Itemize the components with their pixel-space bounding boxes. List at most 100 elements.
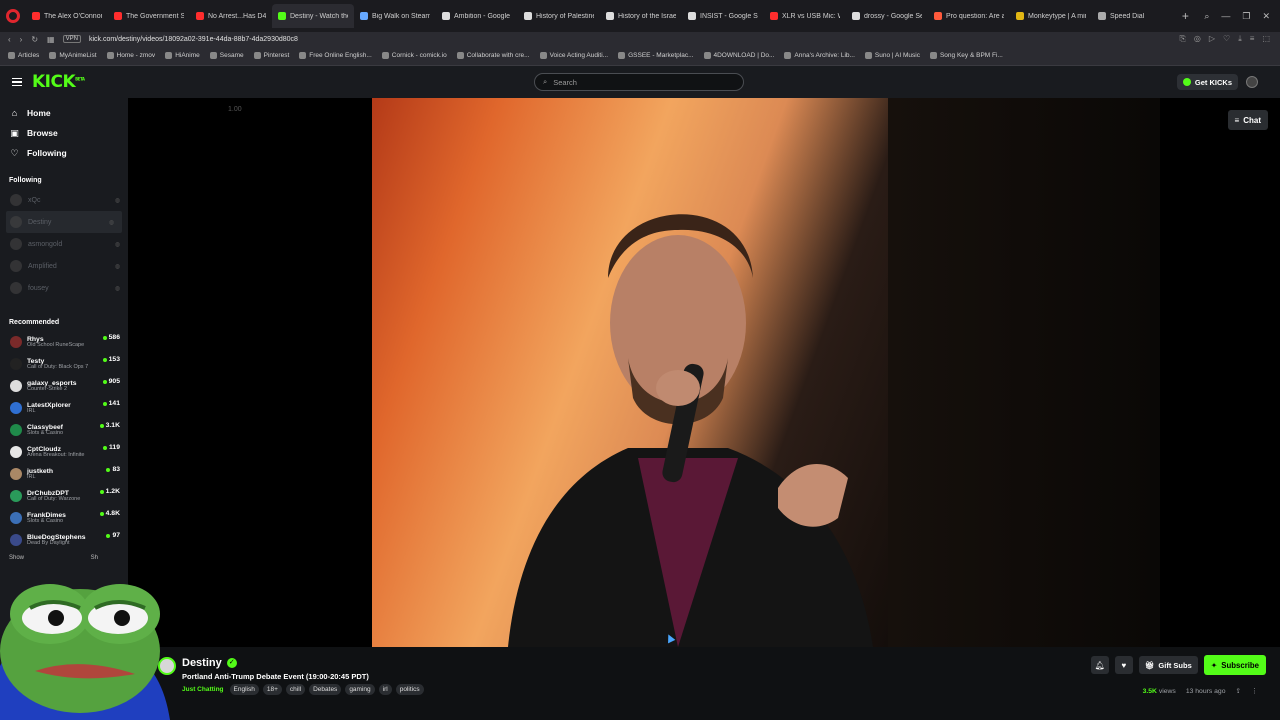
browser-tab[interactable]: Pro question: Are all mi <box>928 4 1010 28</box>
browser-tab[interactable]: History of the Israeli-Pal <box>600 4 682 28</box>
browser-tab[interactable]: Ambition - Google Sear <box>436 4 518 28</box>
bookmark-item[interactable]: GSSEE - Marketplac... <box>618 52 694 59</box>
browser-tab[interactable]: The Government Shutdo <box>108 4 190 28</box>
bookmark-label: 4DOWNLOAD | Do... <box>713 52 775 59</box>
subscribe-button[interactable]: ✦ Subscribe <box>1203 655 1266 675</box>
bookmark-label: Free Online English... <box>309 52 372 59</box>
hamburger-menu-icon[interactable] <box>12 77 22 87</box>
recommended-item[interactable]: Testy Call of Duty: Black Ops 7 153 <box>0 353 128 375</box>
vpn-badge[interactable]: VPN <box>62 35 81 43</box>
avatar <box>10 216 22 228</box>
user-avatar[interactable] <box>1246 76 1258 88</box>
heart-icon[interactable]: ♡ <box>1223 34 1230 44</box>
browser-tab[interactable]: INSIST - Google Search <box>682 4 764 28</box>
chat-toggle-button[interactable]: ≡ Chat <box>1227 110 1268 130</box>
browser-tab[interactable]: No Arrest...Has D4vd Be <box>190 4 272 28</box>
new-tab-icon[interactable]: + <box>1176 9 1194 23</box>
bookmark-item[interactable]: Home - zmov <box>106 52 155 59</box>
bookmark-item[interactable]: Voice Acting Auditi... <box>539 52 608 59</box>
bookmark-icon <box>106 52 114 59</box>
recommended-item[interactable]: galaxy_esports Counter-Strike 2 905 <box>0 375 128 397</box>
bookmark-icon <box>209 52 217 59</box>
tabs-icon[interactable]: ▦ <box>47 35 55 44</box>
maximize-icon[interactable]: ❐ <box>1242 11 1250 22</box>
live-dot-icon <box>106 467 111 472</box>
follow-heart-icon[interactable]: ♥ <box>1114 656 1133 674</box>
stream-tag[interactable]: gaming <box>345 684 375 695</box>
video-player[interactable]: 1.00 ≡ Chat <box>128 98 1280 647</box>
bookmark-item[interactable]: MyAnimeList <box>49 52 97 59</box>
following-item[interactable]: Destiny ◍ <box>6 211 122 233</box>
share-icon[interactable]: ⇪ <box>1236 687 1242 695</box>
recommended-item[interactable]: CptCloudz Arena Breakout: Infinite 119 <box>0 441 128 463</box>
play-icon[interactable]: ▷ <box>1209 34 1215 44</box>
screenshot-icon[interactable]: ⎘ <box>1180 34 1186 44</box>
bookmark-item[interactable]: Collaborate with cre... <box>456 52 530 59</box>
browser-tab[interactable]: Monkeytype | A minimal <box>1010 4 1092 28</box>
back-icon[interactable]: ‹ <box>8 35 11 44</box>
following-item[interactable]: asmongold ◍ <box>0 233 128 255</box>
frog-overlay-image <box>0 584 170 720</box>
viewer-number: 4.8K <box>105 510 120 517</box>
menu-icon[interactable]: ≡ <box>1250 34 1255 44</box>
bookmark-item[interactable]: Song Key & BPM Fi... <box>929 52 1003 59</box>
browser-tab[interactable]: drossy - Google Search <box>846 4 928 28</box>
recommended-item[interactable]: Rhys Old School RuneScape 586 <box>0 331 128 353</box>
recommended-item[interactable]: LatestXplorer IRL 141 <box>0 397 128 419</box>
camera-icon[interactable]: ◎ <box>1194 34 1201 44</box>
bookmark-item[interactable]: HiAnime <box>165 52 200 59</box>
reload-icon[interactable]: ↻ <box>31 35 38 44</box>
more-options-icon[interactable]: ⋮ <box>1251 687 1258 695</box>
chat-icon: ≡ <box>1234 115 1240 125</box>
bookmark-item[interactable]: Cornick - comick.io <box>381 52 447 59</box>
tab-title: Ambition - Google Sear <box>454 12 512 20</box>
following-item[interactable]: Amplified ◍ <box>0 255 128 277</box>
recommended-item[interactable]: justketh IRL 83 <box>0 463 128 485</box>
bookmark-item[interactable]: Sesame <box>209 52 244 59</box>
search-tabs-icon[interactable]: ⌕ <box>1204 11 1209 22</box>
offline-icon: ◍ <box>114 285 120 292</box>
extensions-icon[interactable]: ⬚ <box>1262 34 1270 44</box>
bookmark-item[interactable]: Free Online English... <box>299 52 372 59</box>
browser-tab[interactable]: History of Palestine - Wik <box>518 4 600 28</box>
close-icon[interactable]: ✕ <box>1262 11 1270 22</box>
stream-tag[interactable]: irl <box>378 684 392 695</box>
recommended-item[interactable]: FrankDimes Slots & Casino 4.8K <box>0 507 128 529</box>
bookmark-item[interactable]: Pinterest <box>253 52 289 59</box>
gift-subs-button[interactable]: 🎁︎ Gift Subs <box>1138 656 1198 674</box>
browser-tab[interactable]: Destiny - Watch the V <box>272 4 354 28</box>
stream-tag[interactable]: politics <box>395 684 424 695</box>
following-item[interactable]: fousey ◍ <box>0 277 128 299</box>
sidebar-item-browse[interactable]: ▣ Browse <box>0 123 128 143</box>
browser-tab[interactable]: Big Walk on Steam <box>354 4 436 28</box>
notification-bell-icon[interactable]: 🔔︎ <box>1090 656 1109 674</box>
browser-tab[interactable]: XLR vs USB Mic: Which S <box>764 4 846 28</box>
browser-logo-icon[interactable] <box>6 9 20 23</box>
recommended-item[interactable]: BlueDogStephens Dead By Daylight 97 <box>0 529 128 551</box>
recommended-item[interactable]: DrChubzDPT Call of Duty: Warzone 1.2K <box>0 485 128 507</box>
bookmark-item[interactable]: Anna's Archive: Lib... <box>784 52 855 59</box>
search-input[interactable]: ⌕ Search <box>534 73 744 91</box>
sidebar-item-home[interactable]: ⌂ Home <box>0 103 128 123</box>
forward-icon[interactable]: › <box>20 35 23 44</box>
stream-tag[interactable]: chill <box>285 684 306 695</box>
kick-logo[interactable]: KICKBETA <box>32 72 85 92</box>
browser-tab[interactable]: The Alex O'Connor Podc <box>26 4 108 28</box>
avatar <box>10 260 22 272</box>
url-field[interactable]: kick.com/destiny/videos/18092a02-391e-44… <box>89 36 1180 43</box>
stream-tag[interactable]: Debates <box>309 684 342 695</box>
bookmark-item[interactable]: Articles <box>8 52 39 59</box>
channel-name[interactable]: Destiny <box>182 657 222 669</box>
bookmark-item[interactable]: Suno | AI Music <box>864 52 920 59</box>
browser-tab[interactable]: Speed Dial <box>1092 4 1174 28</box>
recommended-item[interactable]: Classybeef Slots & Casino 3.1K <box>0 419 128 441</box>
sidebar-item-following[interactable]: ♡ Following <box>0 143 128 163</box>
category-link[interactable]: Just Chatting <box>182 686 224 693</box>
stream-tag[interactable]: English <box>229 684 259 695</box>
bookmark-item[interactable]: 4DOWNLOAD | Do... <box>703 52 775 59</box>
stream-tag[interactable]: 18+ <box>262 684 282 695</box>
download-icon[interactable]: ⤓ <box>1238 34 1242 44</box>
get-kicks-button[interactable]: Get KICKs <box>1176 74 1238 90</box>
minimize-icon[interactable]: — <box>1221 11 1230 22</box>
following-item[interactable]: xQc ◍ <box>0 189 128 211</box>
